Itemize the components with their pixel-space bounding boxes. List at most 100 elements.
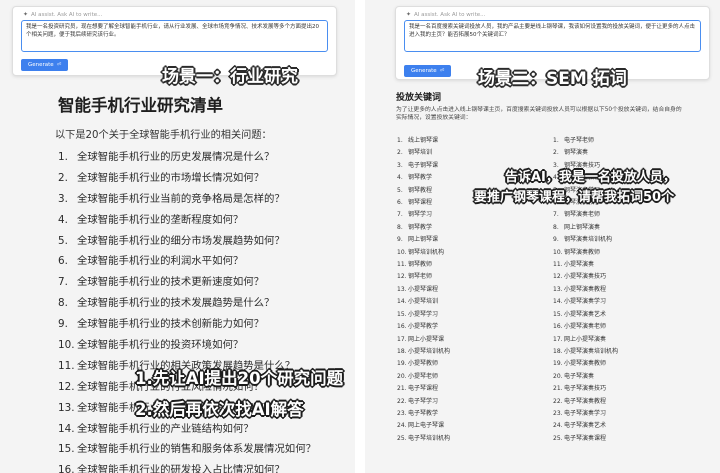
annotation-request-2: 要推广钢琴课程，请帮我拓词50个: [474, 190, 675, 205]
keyword-item-text: 网上小提琴课: [408, 335, 445, 343]
keyword-item: 15.小提琴学习: [397, 309, 450, 321]
question-item-number: 10.: [58, 339, 75, 352]
keyword-item-text: 小提琴演奏教程: [564, 285, 607, 293]
question-item-number: 8.: [58, 297, 68, 310]
question-item: 10. 全球智能手机行业的投资环境如何？: [58, 336, 316, 357]
keyword-item-text: 钢琴学习: [408, 211, 433, 219]
keyword-item-number: 20.: [397, 372, 407, 380]
question-item: 8. 全球智能手机行业的技术发展趋势是什么？: [58, 294, 316, 315]
keyword-item: 13.小提琴课程: [397, 284, 450, 296]
ai-assist-hint-text: AI assist. Ask AI to write...: [414, 12, 486, 18]
keyword-item: 24.网上电子琴课: [397, 420, 450, 432]
keyword-item: 21.电子琴课程: [397, 383, 450, 395]
generate-button[interactable]: Generate ⏎: [404, 65, 452, 77]
keyword-item: 9. 钢琴演奏培训机构: [553, 234, 618, 246]
keyword-item-text: 网上电子琴课: [408, 422, 445, 430]
generate-button-label: Generate: [28, 62, 54, 68]
keyword-item-text: 小提琴演奏艺术: [564, 310, 607, 318]
keyword-item-number: 2.: [397, 149, 403, 157]
question-item-text: 全球智能手机行业的技术更新速度如何？: [77, 276, 265, 289]
keyword-item-number: 19.: [397, 360, 407, 368]
keyword-item-number: 13.: [397, 285, 407, 293]
keyword-item-text: 小提琴学习: [408, 310, 439, 318]
keyword-item-text: 网上钢琴演奏: [564, 223, 601, 231]
keyword-item-number: 15.: [553, 310, 563, 318]
keyword-item-number: 22.: [397, 397, 407, 405]
keyword-item: 2. 钢琴演奏: [553, 147, 618, 159]
keyword-item-number: 16.: [553, 323, 563, 331]
keyword-item-text: 钢琴教学: [408, 174, 433, 182]
sparkle-icon: ✦: [23, 11, 29, 18]
keyword-item-text: 小提琴课程: [408, 285, 439, 293]
question-item: 4. 全球智能手机行业的垄断程度如何？: [58, 211, 316, 232]
keyword-item: 22.电子琴学习: [397, 396, 450, 408]
keyword-item-text: 小提琴老师: [408, 372, 439, 380]
keyword-item-text: 钢琴演奏: [564, 149, 589, 157]
keyword-item: 14.小提琴培训: [397, 296, 450, 308]
question-item-text: 全球智能手机行业的技术发展趋势是什么？: [77, 297, 275, 310]
enter-key-icon: ⏎: [56, 62, 62, 68]
keyword-item-number: 18.: [397, 347, 407, 355]
keyword-item-text: 电子琴演奏技巧: [564, 385, 607, 393]
sparkle-icon: ✦: [406, 11, 412, 18]
question-item-text: 全球智能手机行业当前的竞争格局是怎样的？: [77, 192, 285, 205]
keyword-item-text: 线上钢琴课: [408, 137, 439, 144]
keyword-item: 10.钢琴演奏教师: [553, 247, 618, 259]
keyword-item-number: 9.: [553, 236, 559, 244]
question-item-number: 13.: [58, 401, 75, 414]
question-item: 16. 全球智能手机行业的研发投入占比情况如何？: [58, 461, 316, 473]
keyword-item: 23.电子琴教学: [397, 408, 450, 420]
keyword-item: 2. 钢琴培训: [397, 147, 450, 159]
keyword-item-text: 电子琴演奏课程: [564, 434, 607, 442]
question-item-number: 3.: [58, 192, 68, 205]
keyword-item-text: 小提琴演奏: [564, 261, 595, 269]
keyword-item-text: 钢琴演奏老师: [564, 211, 601, 219]
keywords-intro: 为了让更多的人点击进入线上钢琴课主页，百度搜索关键词投放人员可以根据以下50个投…: [396, 107, 682, 121]
question-item-text: 全球智能手机行业的垄断程度如何？: [77, 213, 244, 226]
keyword-item: 22.电子琴演奏教程: [553, 396, 618, 408]
keyword-item-text: 电子琴教学: [408, 409, 439, 417]
keyword-item: 18.小提琴演奏培训机构: [553, 346, 618, 358]
question-item-number: 16.: [58, 464, 75, 473]
keyword-item-text: 小提琴教师: [408, 360, 439, 368]
annotation-step2: 2.然后再依次找AI解答: [135, 400, 304, 419]
keyword-item-number: 21.: [397, 385, 407, 393]
question-item-number: 7.: [58, 276, 68, 289]
keyword-item-text: 钢琴教师: [408, 261, 433, 269]
question-item-text: 全球智能手机行业的历史发展情况是什么？: [77, 151, 275, 163]
keyword-item: 12.小提琴演奏技巧: [553, 271, 618, 283]
keyword-item: 15.小提琴演奏艺术: [553, 309, 618, 321]
keyword-item: 3. 电子钢琴课: [397, 160, 450, 172]
keyword-item-text: 小提琴培训机构: [408, 347, 451, 355]
keyword-item-number: 14.: [553, 298, 563, 306]
document-title: 智能手机行业研究清单: [58, 96, 223, 115]
keyword-item: 14.小提琴演奏学习: [553, 296, 618, 308]
keyword-item-number: 15.: [397, 310, 407, 318]
keyword-item: 7. 钢琴学习: [397, 209, 450, 221]
keyword-item-number: 7.: [397, 211, 403, 219]
keyword-item-text: 钢琴老师: [408, 273, 433, 281]
question-item-text: 全球智能手机行业的技术创新能力如何？: [77, 318, 265, 331]
keyword-item: 17.网上小提琴演奏: [553, 334, 618, 346]
keyword-item-number: 25.: [397, 434, 407, 442]
ai-prompt-input[interactable]: 我是一名投资研究员，现在想要了解全球智能手机行业，请从行业发展、全球市场竞争情况…: [21, 20, 328, 52]
keyword-item: 24.电子琴演奏艺术: [553, 420, 618, 432]
generate-button[interactable]: Generate ⏎: [21, 59, 69, 71]
keyword-item-text: 电子琴老师: [564, 137, 595, 144]
keyword-item-text: 电子琴演奏学习: [564, 409, 607, 417]
keywords-title: 投放关键词: [396, 93, 442, 103]
question-item-number: 15.: [58, 443, 75, 456]
question-item: 1. 全球智能手机行业的历史发展情况是什么？: [58, 148, 316, 169]
keyword-item-text: 钢琴培训机构: [408, 248, 445, 256]
keyword-item: 7. 钢琴演奏老师: [553, 209, 618, 221]
keyword-item-number: 7.: [553, 211, 559, 219]
keyword-item: 19.小提琴演奏教师: [553, 358, 618, 370]
keyword-item: 9. 网上钢琴课: [397, 234, 450, 246]
keyword-item-text: 电子琴学习: [408, 397, 439, 405]
keyword-item: 6. 钢琴课程: [397, 197, 450, 209]
keyword-item-number: 14.: [397, 298, 407, 306]
ai-prompt-input[interactable]: 我是一名百度搜索关键词投放人员，我的产品主要是线上钢琴课，我该如何设置我的投放关…: [404, 20, 701, 52]
keyword-item-text: 钢琴演奏培训机构: [564, 236, 613, 244]
enter-key-icon: ⏎: [439, 68, 445, 74]
keyword-item-number: 17.: [397, 335, 407, 343]
